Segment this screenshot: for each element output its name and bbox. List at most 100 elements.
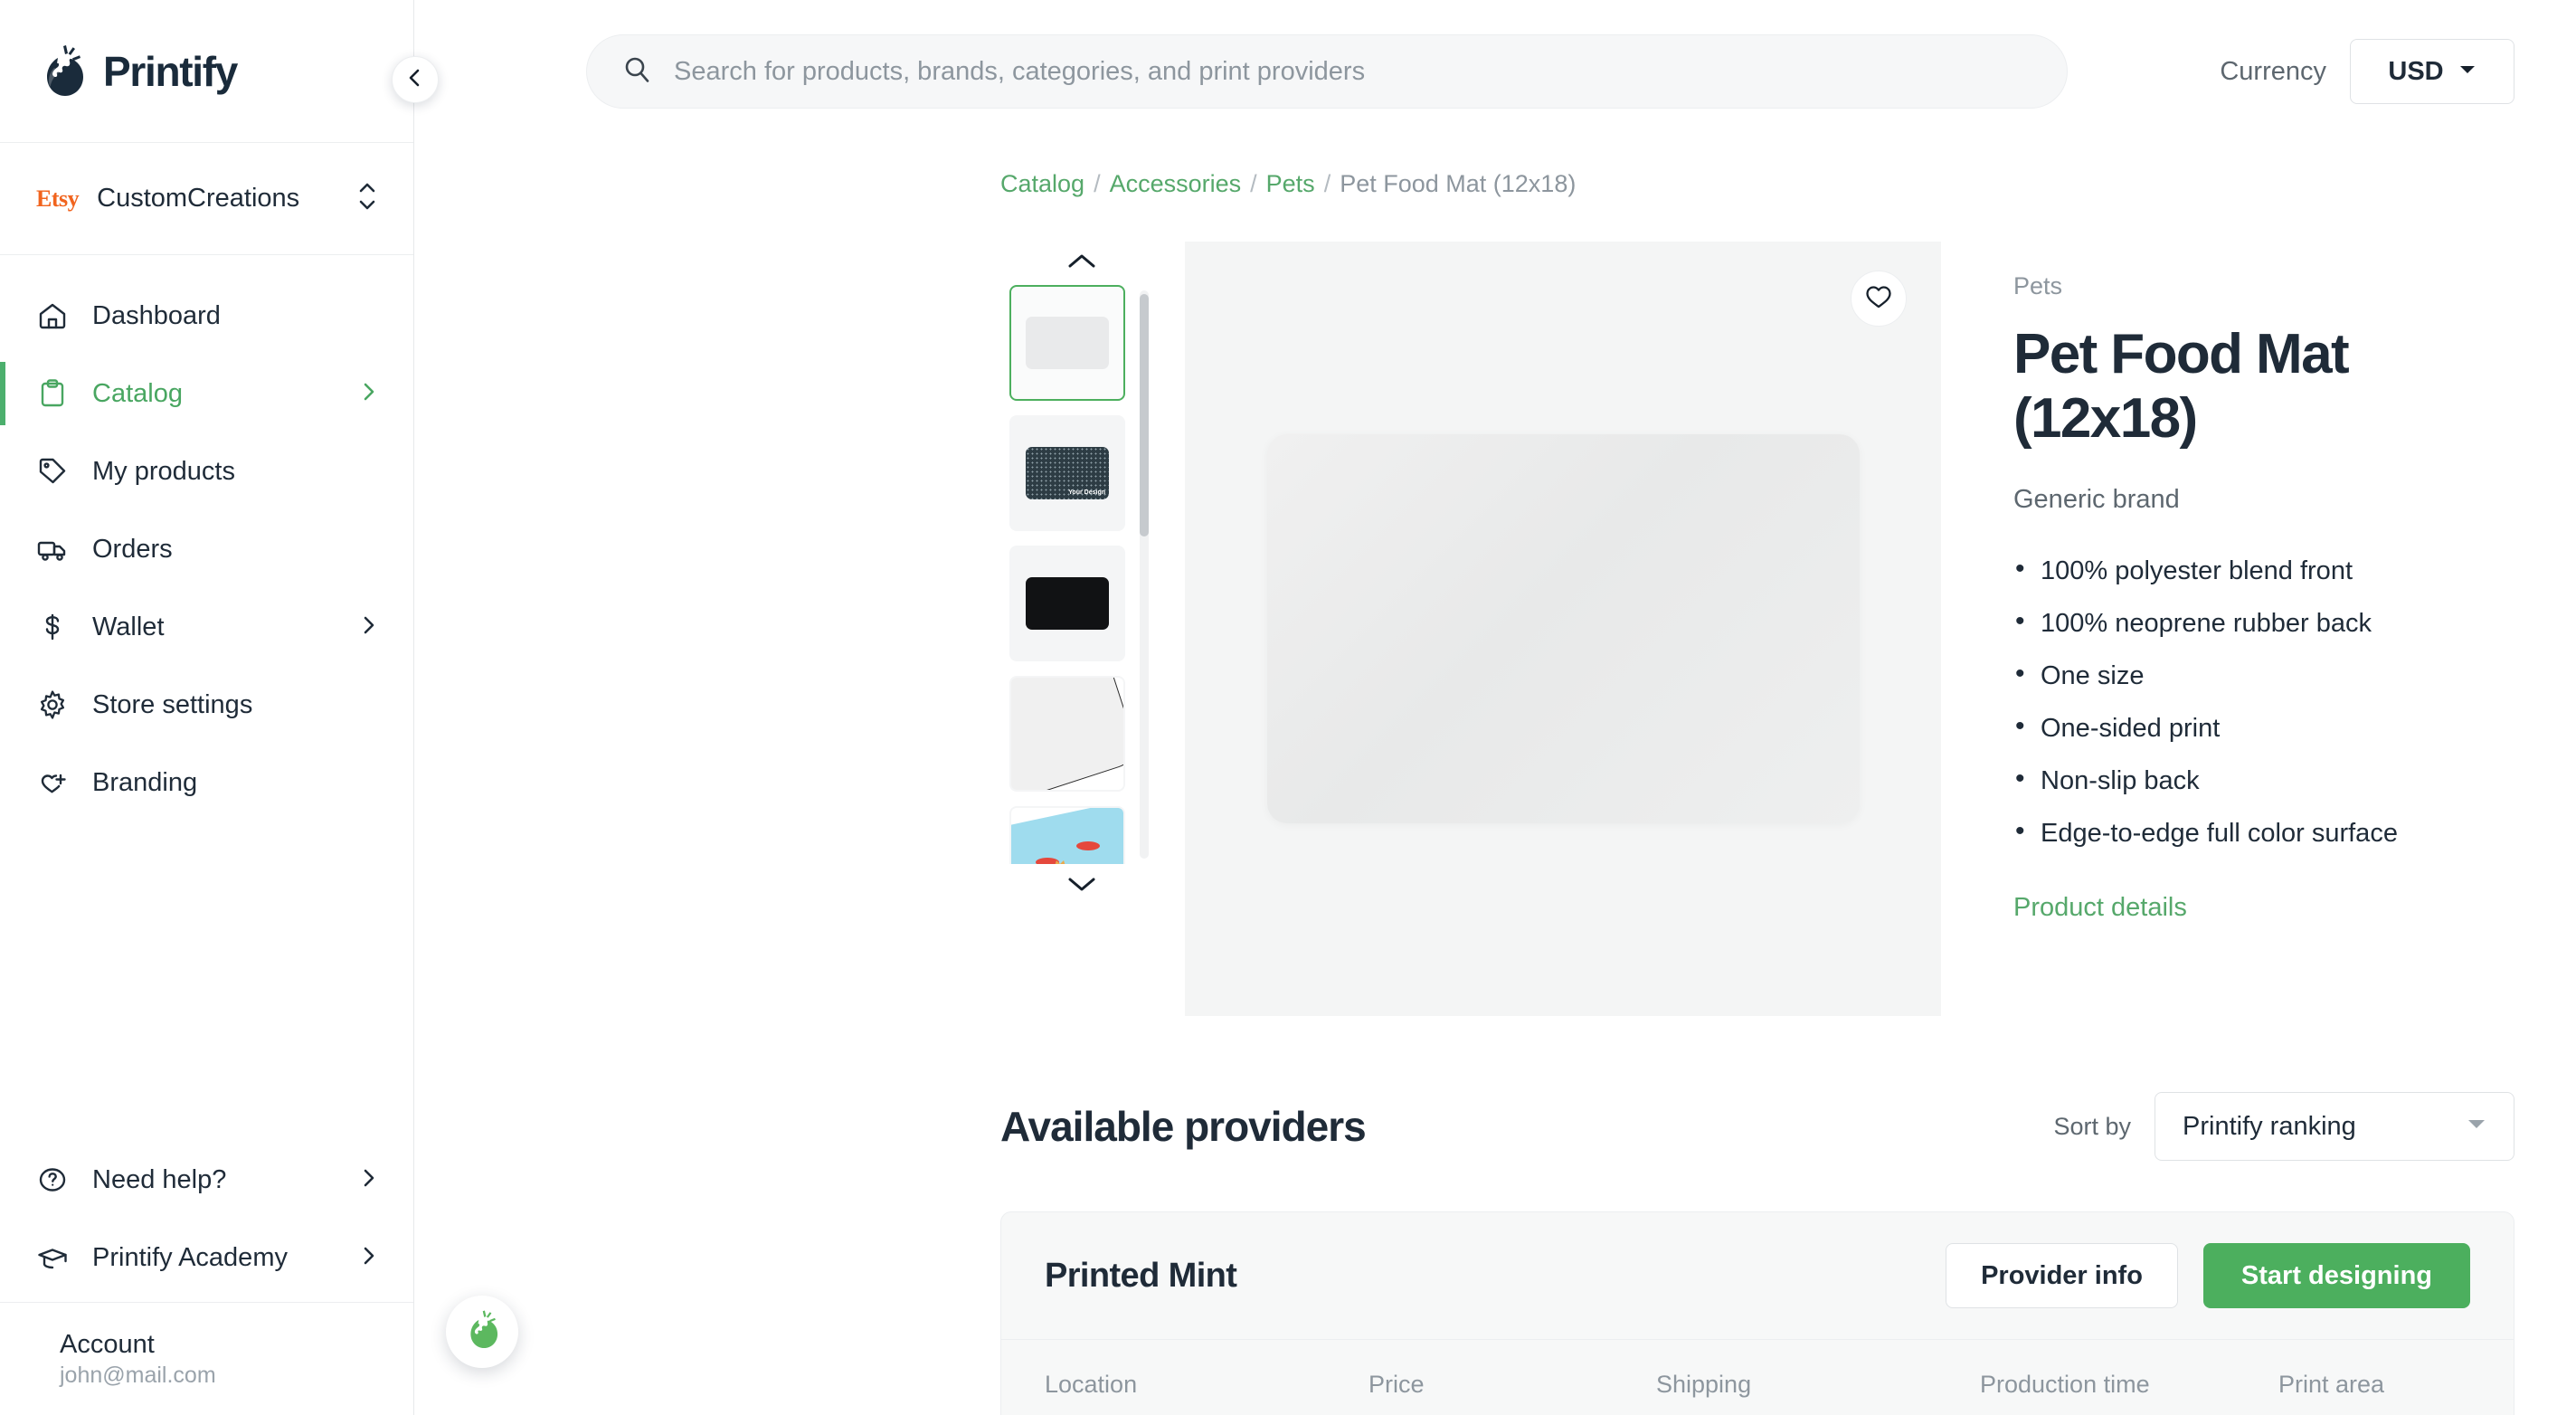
column-header: Print area <box>2278 1371 2514 1399</box>
product-features: 100% polyester blend front 100% neoprene… <box>2013 558 2514 847</box>
thumbnail-printed-cat-design-mat[interactable] <box>1009 806 1125 864</box>
feature-item: Non-slip back <box>2013 768 2514 794</box>
breadcrumb-current: Pet Food Mat (12x18) <box>1340 170 1576 198</box>
account-row[interactable]: Account john@mail.com <box>0 1303 413 1415</box>
gallery-scrollbar-thumb[interactable] <box>1140 294 1149 537</box>
thumbnail-white-mat-front[interactable] <box>1009 285 1125 401</box>
truck-icon <box>36 533 69 565</box>
top-bar: Currency USD <box>414 0 2576 143</box>
column-header: Production time <box>1980 1371 2278 1399</box>
store-switcher[interactable]: Etsy CustomCreations <box>0 143 413 255</box>
sidebar-item-label: Orders <box>92 535 379 565</box>
product-details-link[interactable]: Product details <box>2013 893 2187 923</box>
sidebar-item-my-products[interactable]: My products <box>0 432 413 510</box>
chevron-down-icon <box>2458 63 2477 80</box>
sidebar-item-store-settings[interactable]: Store settings <box>0 666 413 744</box>
sort-value: Printify ranking <box>2183 1112 2467 1142</box>
sidebar-item-need-help[interactable]: Need help? <box>0 1141 413 1219</box>
search-bar[interactable] <box>586 34 2068 109</box>
search-icon <box>621 54 652 90</box>
thumbnail-image <box>1026 577 1109 630</box>
sort-group: Sort by Printify ranking <box>2053 1092 2514 1161</box>
gallery-scroll-up-button[interactable] <box>1000 242 1163 285</box>
account-text: Account john@mail.com <box>60 1328 355 1391</box>
provider-name: Printed Mint <box>1045 1257 1236 1296</box>
provider-column-location: Location <box>1045 1371 1368 1415</box>
thumbnail-black-mat[interactable] <box>1009 546 1125 661</box>
etsy-logo-icon: Etsy <box>36 185 79 213</box>
search-input[interactable] <box>674 57 2032 87</box>
providers-header: Available providers Sort by Printify ran… <box>1000 1016 2514 1161</box>
thumbnail-image <box>1011 676 1123 792</box>
chevron-right-icon <box>359 1168 379 1192</box>
product-section: Your Design <box>1000 198 2514 1016</box>
sidebar-item-branding[interactable]: Branding <box>0 744 413 821</box>
page-title: Pet Food Mat (12x18) <box>2013 322 2514 451</box>
printify-app: Printify Etsy CustomCreations <box>0 0 2576 1415</box>
start-designing-button[interactable]: Start designing <box>2203 1243 2470 1308</box>
sidebar-item-orders[interactable]: Orders <box>0 510 413 588</box>
column-header: Price <box>1368 1371 1656 1399</box>
account-email: john@mail.com <box>60 1363 216 1388</box>
sidebar-item-dashboard[interactable]: Dashboard <box>0 277 413 355</box>
sidebar-bottom-nav: Need help? Printify Academy <box>0 1141 413 1302</box>
sidebar: Printify Etsy CustomCreations <box>0 0 414 1415</box>
home-icon <box>36 299 69 332</box>
breadcrumb-item-pets[interactable]: Pets <box>1266 170 1315 198</box>
provider-info-button[interactable]: Provider info <box>1946 1243 2178 1308</box>
sidebar-item-label: My products <box>92 457 379 487</box>
graduation-cap-icon <box>36 1241 69 1274</box>
gear-icon <box>36 689 69 721</box>
breadcrumb-item-catalog[interactable]: Catalog <box>1000 170 1084 198</box>
thumbnail-mat-corner-closeup[interactable] <box>1009 676 1125 792</box>
printify-chat-button[interactable] <box>446 1296 518 1368</box>
chevron-right-icon <box>359 1246 379 1270</box>
chevron-down-icon <box>1066 875 1097 897</box>
sidebar-collapse-button[interactable] <box>392 56 439 103</box>
thumbnail-dark-grid-mat-your-design[interactable]: Your Design <box>1009 415 1125 531</box>
sidebar-item-label: Catalog <box>92 379 336 409</box>
feature-item: One size <box>2013 663 2514 689</box>
sidebar-item-label: Wallet <box>92 613 336 642</box>
store-name: CustomCreations <box>97 184 337 214</box>
provider-column-shipping: Shipping Standard from USD 7.79 <box>1656 1371 1980 1415</box>
thumbnail-overlay-label: Your Design <box>1068 489 1105 496</box>
product-hero-image[interactable] <box>1185 242 1941 1016</box>
breadcrumb-separator: / <box>1324 170 1331 198</box>
provider-card-body: Location <box>1001 1339 2514 1415</box>
breadcrumb-separator: / <box>1094 170 1101 198</box>
provider-detail-grid: Location <box>1045 1371 2470 1415</box>
currency-select[interactable]: USD <box>2350 39 2514 104</box>
chevron-left-icon <box>405 68 425 92</box>
currency-value: USD <box>2388 57 2443 87</box>
brand-header[interactable]: Printify <box>0 0 413 143</box>
thumbnail-gallery: Your Design <box>1000 242 1163 1016</box>
provider-actions: Provider info Start designing <box>1946 1243 2470 1308</box>
sidebar-item-printify-academy[interactable]: Printify Academy <box>0 1219 413 1296</box>
product-image <box>1267 434 1860 823</box>
breadcrumb: Catalog / Accessories / Pets / Pet Food … <box>1000 143 2514 198</box>
currency-group: Currency USD <box>2220 39 2514 104</box>
sidebar-item-catalog[interactable]: Catalog <box>0 355 413 432</box>
sidebar-spacer <box>0 821 413 1141</box>
product-category: Pets <box>2013 272 2514 300</box>
favorite-button[interactable] <box>1851 271 1907 327</box>
breadcrumb-item-accessories[interactable]: Accessories <box>1110 170 1242 198</box>
sort-select[interactable]: Printify ranking <box>2155 1092 2514 1161</box>
sidebar-item-label: Dashboard <box>92 301 379 331</box>
gallery-scroll-down-button[interactable] <box>1000 864 1163 907</box>
sidebar-item-wallet[interactable]: Wallet <box>0 588 413 666</box>
sidebar-item-label: Branding <box>92 768 379 798</box>
product-info: Pets Pet Food Mat (12x18) Generic brand … <box>1941 242 2514 1016</box>
clipboard-icon <box>36 377 69 410</box>
breadcrumb-separator: / <box>1250 170 1257 198</box>
chevron-right-icon <box>359 615 379 640</box>
column-header: Shipping <box>1656 1371 1980 1399</box>
feature-item: 100% polyester blend front <box>2013 558 2514 584</box>
currency-label: Currency <box>2220 57 2326 87</box>
sort-label: Sort by <box>2053 1113 2131 1141</box>
thumbnail-scroll-area[interactable]: Your Design <box>1009 285 1154 864</box>
chevron-up-icon <box>1066 252 1097 275</box>
thumbnail-image <box>1026 317 1109 369</box>
chevron-down-icon <box>2467 1118 2486 1135</box>
